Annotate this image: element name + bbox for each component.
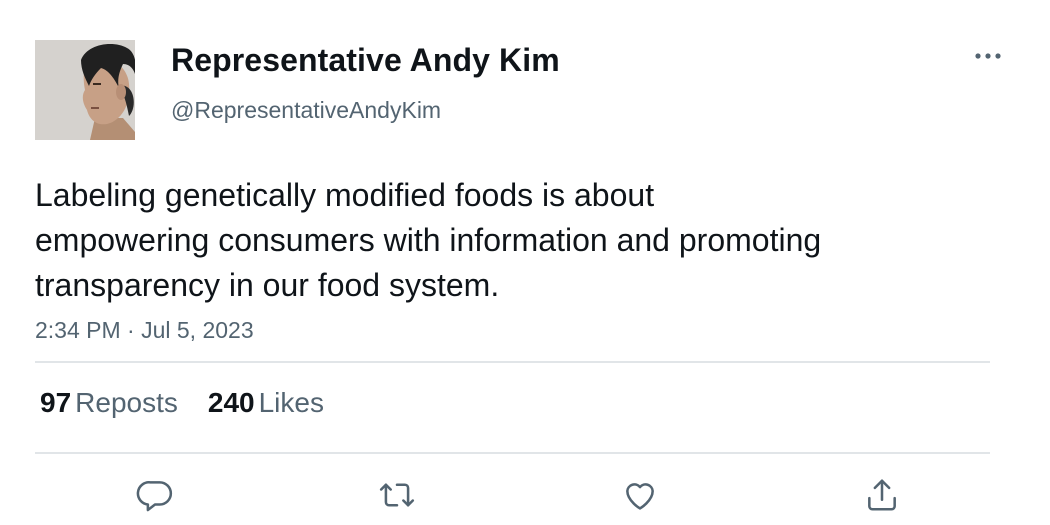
engagement-stats: 97 Reposts 240 Likes — [40, 387, 324, 419]
likes-stat[interactable]: 240 Likes — [208, 387, 324, 419]
reply-button[interactable] — [135, 475, 175, 515]
like-button[interactable] — [620, 475, 660, 515]
divider — [35, 361, 990, 363]
reposts-stat[interactable]: 97 Reposts — [40, 387, 178, 419]
profile-photo — [35, 40, 135, 140]
author-handle[interactable]: @RepresentativeAndyKim — [171, 97, 441, 124]
reposts-label: Reposts — [75, 387, 178, 418]
divider — [35, 452, 990, 454]
likes-count: 240 — [207, 387, 255, 418]
author-name[interactable]: Representative Andy Kim — [171, 42, 560, 79]
post-text-line: empowering consumers with information an… — [35, 222, 822, 258]
post-text: Labeling genetically modified foods is a… — [35, 173, 975, 308]
heart-icon — [626, 483, 654, 510]
post-text-line: Labeling genetically modified foods is a… — [35, 177, 655, 213]
post-timestamp[interactable]: 2:34 PM · Jul 5, 2023 — [35, 317, 254, 344]
likes-label: Likes — [258, 387, 324, 418]
repost-button[interactable] — [377, 475, 417, 515]
share-button[interactable] — [862, 475, 902, 515]
repost-icon — [379, 483, 415, 507]
reposts-count: 97 — [40, 387, 72, 418]
reply-icon — [136, 481, 173, 512]
share-icon — [868, 479, 896, 511]
post-text-line: transparency in our food system. — [35, 267, 500, 303]
more-icon — [975, 53, 1001, 59]
avatar[interactable] — [35, 40, 135, 140]
more-options-button[interactable] — [970, 44, 1006, 68]
